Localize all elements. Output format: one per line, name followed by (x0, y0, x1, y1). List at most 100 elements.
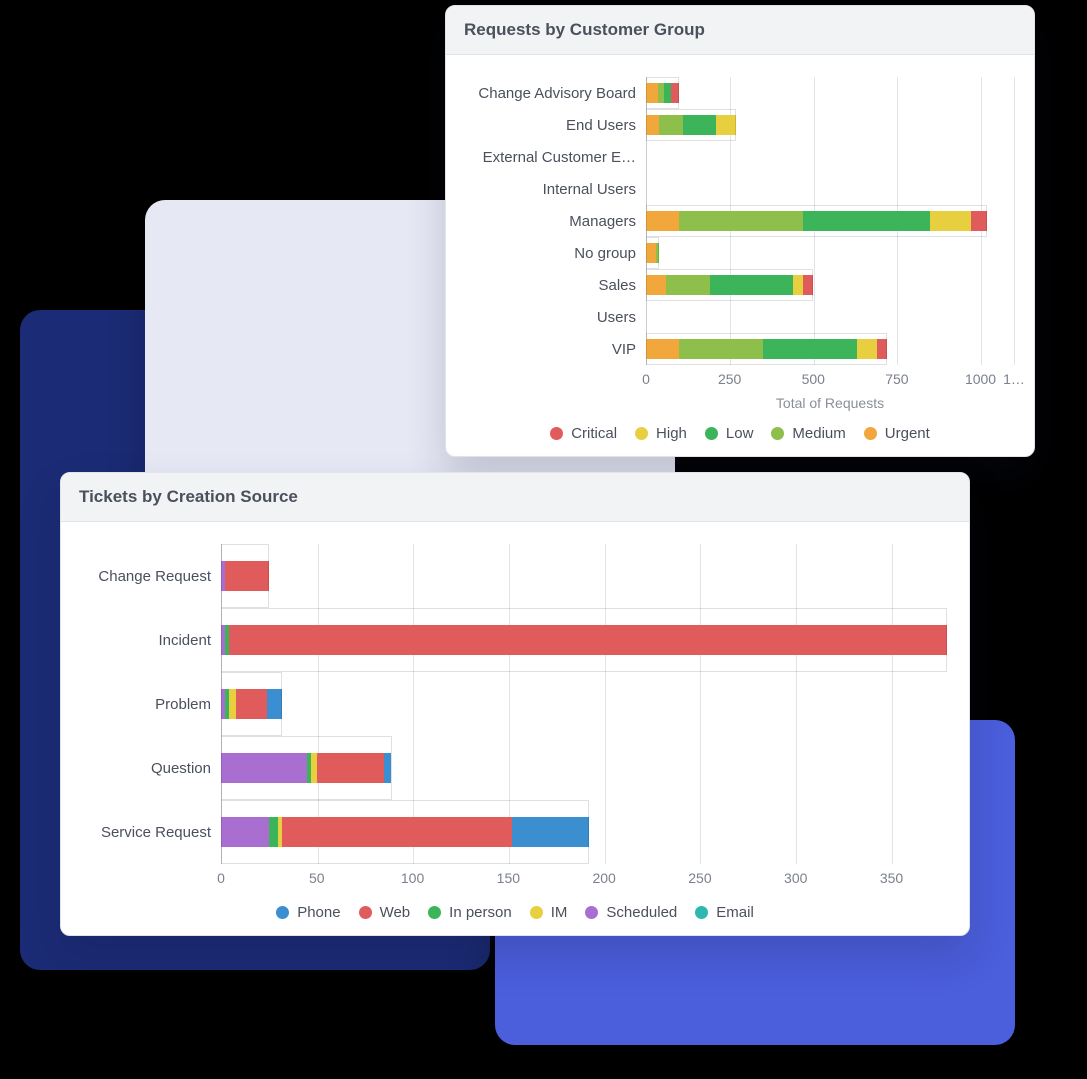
bar-segment-high (793, 275, 803, 295)
legend-label: IM (551, 904, 568, 921)
stacked-bar (646, 83, 1014, 103)
x-tick-label: 750 (885, 371, 908, 387)
stacked-bar (646, 147, 1014, 167)
stacked-bar (221, 561, 949, 591)
x-tick-label: 100 (401, 870, 424, 886)
bar-segment-low (683, 115, 716, 135)
bar-segment-phone (267, 689, 282, 719)
legend-label: Low (726, 425, 754, 442)
bar-segment-low (664, 83, 671, 103)
stacked-bar (221, 817, 949, 847)
bar-segment-high (930, 211, 970, 231)
legend-label: Email (716, 904, 754, 921)
legend-swatch (771, 427, 784, 440)
legend-item-im: IM (530, 904, 568, 921)
bar-segment-scheduled (221, 817, 269, 847)
category-label: Question (81, 760, 221, 777)
bar-segment-web (282, 817, 512, 847)
bar-segment-urgent (646, 275, 666, 295)
chart-row: Sales (466, 269, 1014, 301)
chart-row: External Customer E… (466, 141, 1014, 173)
bar-segment-low (710, 275, 794, 295)
legend-item-high: High (635, 425, 687, 442)
category-label: Users (466, 309, 646, 326)
category-label: Managers (466, 213, 646, 230)
stacked-bar (221, 689, 949, 719)
stacked-bar (221, 625, 949, 655)
legend-label: Scheduled (606, 904, 677, 921)
bar-segment-in_person (269, 817, 279, 847)
card-requests-by-customer-group: Requests by Customer Group Change Adviso… (445, 5, 1035, 457)
bar-segment-urgent (646, 115, 659, 135)
chart-row: Change Request (81, 544, 949, 608)
x-tick-label: 0 (642, 371, 650, 387)
chart-row: VIP (466, 333, 1014, 365)
legend-swatch (585, 906, 598, 919)
bar-segment-web (317, 753, 384, 783)
bar-segment-medium (658, 83, 665, 103)
bar-segment-critical (671, 83, 679, 103)
x-tick-label: 150 (497, 870, 520, 886)
legend-swatch (864, 427, 877, 440)
category-label: No group (466, 245, 646, 262)
bar-segment-medium (679, 211, 803, 231)
bar-segment-medium (656, 243, 659, 263)
stacked-bar (646, 179, 1014, 199)
legend-swatch (359, 906, 372, 919)
bar-segment-low (803, 211, 930, 231)
bar-segment-high (716, 115, 736, 135)
stacked-bar (646, 339, 1014, 359)
card-title: Tickets by Creation Source (61, 473, 969, 522)
chart-row: Service Request (81, 800, 949, 864)
chart-row: Incident (81, 608, 949, 672)
gridline (1014, 77, 1015, 365)
chart-row: No group (466, 237, 1014, 269)
stacked-bar (646, 275, 1014, 295)
chart-legend: Phone Web In person IM Scheduled Email (81, 904, 949, 921)
bar-segment-web (236, 689, 267, 719)
category-label: Internal Users (466, 181, 646, 198)
bar-segment-scheduled (221, 753, 307, 783)
x-tick-label: 1000 (965, 371, 996, 387)
legend-label: Phone (297, 904, 340, 921)
legend-item-web: Web (359, 904, 411, 921)
stacked-bar (646, 211, 1014, 231)
chart-row: Internal Users (466, 173, 1014, 205)
legend-item-scheduled: Scheduled (585, 904, 677, 921)
chart-legend: CriticalHighLowMediumUrgent (466, 425, 1014, 442)
stacked-bar (221, 753, 949, 783)
legend-item-email: Email (695, 904, 754, 921)
category-label: Service Request (81, 824, 221, 841)
legend-label: Urgent (885, 425, 930, 442)
legend-label: In person (449, 904, 512, 921)
bar-segment-medium (666, 275, 709, 295)
x-axis-title: Total of Requests (646, 395, 1014, 411)
bar-segment-urgent (646, 83, 658, 103)
x-tick-label: 200 (592, 870, 615, 886)
bar-segment-medium (679, 339, 763, 359)
legend-label: Critical (571, 425, 617, 442)
legend-label: High (656, 425, 687, 442)
category-label: VIP (466, 341, 646, 358)
category-label: End Users (466, 117, 646, 134)
bar-segment-phone (384, 753, 392, 783)
bar-segment-urgent (646, 211, 679, 231)
bar-segment-high (857, 339, 877, 359)
x-tick-label: 300 (784, 870, 807, 886)
legend-swatch (705, 427, 718, 440)
legend-swatch (695, 906, 708, 919)
card-tickets-by-creation-source: Tickets by Creation Source Change Reques… (60, 472, 970, 936)
card-title: Requests by Customer Group (446, 6, 1034, 55)
bar-segment-web (229, 625, 947, 655)
bar-segment-phone (512, 817, 589, 847)
bar-segment-critical (877, 339, 887, 359)
x-tick-label: 250 (718, 371, 741, 387)
category-label: Sales (466, 277, 646, 294)
chart-row: Problem (81, 672, 949, 736)
stacked-bar (646, 307, 1014, 327)
legend-swatch (276, 906, 289, 919)
chart-row: Managers (466, 205, 1014, 237)
legend-swatch (530, 906, 543, 919)
legend-item-phone: Phone (276, 904, 340, 921)
legend-swatch (550, 427, 563, 440)
